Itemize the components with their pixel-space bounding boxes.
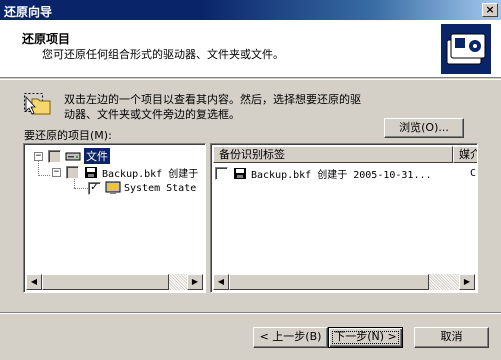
backup-file-icon	[234, 168, 246, 179]
collapse-toggle[interactable]: −	[52, 167, 61, 177]
scroll-right-icon: ▶	[463, 277, 471, 286]
close-icon: ×	[485, 3, 495, 16]
scroll-left-icon: ◀	[217, 277, 225, 286]
scroll-left-button[interactable]: ◀	[213, 274, 229, 290]
tree-checkbox[interactable]	[48, 149, 61, 163]
tree-item-label: System State	[124, 182, 197, 194]
tree-item-system-state[interactable]: ✓ System State	[88, 180, 196, 196]
folder-select-icon	[24, 93, 51, 115]
instruction-line-1: 双击左边的一个项目以查看其内容。然后，选择想要还原的驱	[64, 93, 361, 106]
list-item-media: C:\	[470, 167, 477, 179]
list-item-label: Backup.bkf 创建于 2005-10-31...	[251, 169, 432, 181]
column-header-backup-label[interactable]: 备份识别标签	[213, 146, 453, 163]
window-title: 还原向导	[4, 5, 53, 19]
backup-list[interactable]: 备份识别标签 媒介 Backup.bkf 创建于 2005-10-31... C…	[210, 143, 478, 293]
list-horizontal-scrollbar[interactable]: ◀ ▶	[213, 274, 475, 290]
list-checkbox[interactable]	[215, 166, 228, 180]
scroll-right-button[interactable]: ▶	[459, 274, 475, 290]
wizard-header: 还原项目 您可还原任何组合形式的驱动器、文件夹或文件。	[0, 20, 501, 78]
page-subtitle: 您可还原任何组合形式的驱动器、文件夹或文件。	[42, 48, 284, 61]
close-button[interactable]: ×	[482, 3, 498, 17]
column-header-media[interactable]: 媒介	[453, 146, 477, 163]
backup-cards-icon	[441, 24, 491, 74]
tree-item-backup[interactable]: − Backup.bkf 创建于	[52, 164, 198, 180]
tree-item-files[interactable]: − 文件	[34, 148, 110, 164]
tree-line	[38, 175, 50, 176]
disk-drive-icon	[65, 152, 81, 161]
browse-button[interactable]: 浏览(O)...	[384, 118, 464, 138]
next-button[interactable]: 下一步(N) >	[328, 327, 403, 348]
tree-item-label: Backup.bkf 创建于	[102, 168, 199, 180]
tree-horizontal-scrollbar[interactable]: ◀ ▶	[26, 274, 203, 290]
instruction-text: 双击左边的一个项目以查看其内容。然后，选择想要还原的驱 动器、文件夹或文件旁边的…	[64, 92, 404, 122]
scroll-thumb[interactable]	[229, 274, 429, 290]
tree-item-label: 文件	[84, 148, 110, 164]
tree-line	[74, 188, 88, 189]
scroll-left-button[interactable]: ◀	[26, 274, 42, 290]
system-state-icon	[105, 181, 121, 194]
scroll-right-button[interactable]: ▶	[187, 274, 203, 290]
page-title: 还原项目	[22, 32, 71, 46]
focus-rect	[332, 331, 399, 344]
title-bar: 还原向导 ×	[0, 0, 501, 20]
tree-checkbox-checked[interactable]: ✓	[88, 181, 101, 195]
check-icon: ✓	[90, 182, 99, 193]
back-button[interactable]: < 上一步(B)	[253, 327, 328, 348]
scroll-left-icon: ◀	[30, 277, 38, 286]
scroll-thumb[interactable]	[42, 274, 169, 290]
items-to-restore-label: 要还原的项目(M):	[24, 129, 112, 142]
scroll-right-icon: ▶	[191, 277, 199, 286]
restore-tree[interactable]: − 文件 − Backup.bkf 创建于 ✓ System State ◀ ▶	[23, 143, 206, 293]
cancel-button[interactable]: 取消	[414, 327, 489, 348]
tree-checkbox[interactable]	[66, 165, 79, 179]
collapse-toggle[interactable]: −	[34, 151, 43, 161]
backup-file-icon	[85, 167, 97, 178]
header-separator	[0, 79, 501, 80]
list-item[interactable]: Backup.bkf 创建于 2005-10-31... C:\	[215, 165, 477, 181]
footer-divider-highlight	[0, 313, 501, 314]
instruction-line-2: 动器、文件夹或文件旁边的复选框。	[64, 108, 240, 121]
